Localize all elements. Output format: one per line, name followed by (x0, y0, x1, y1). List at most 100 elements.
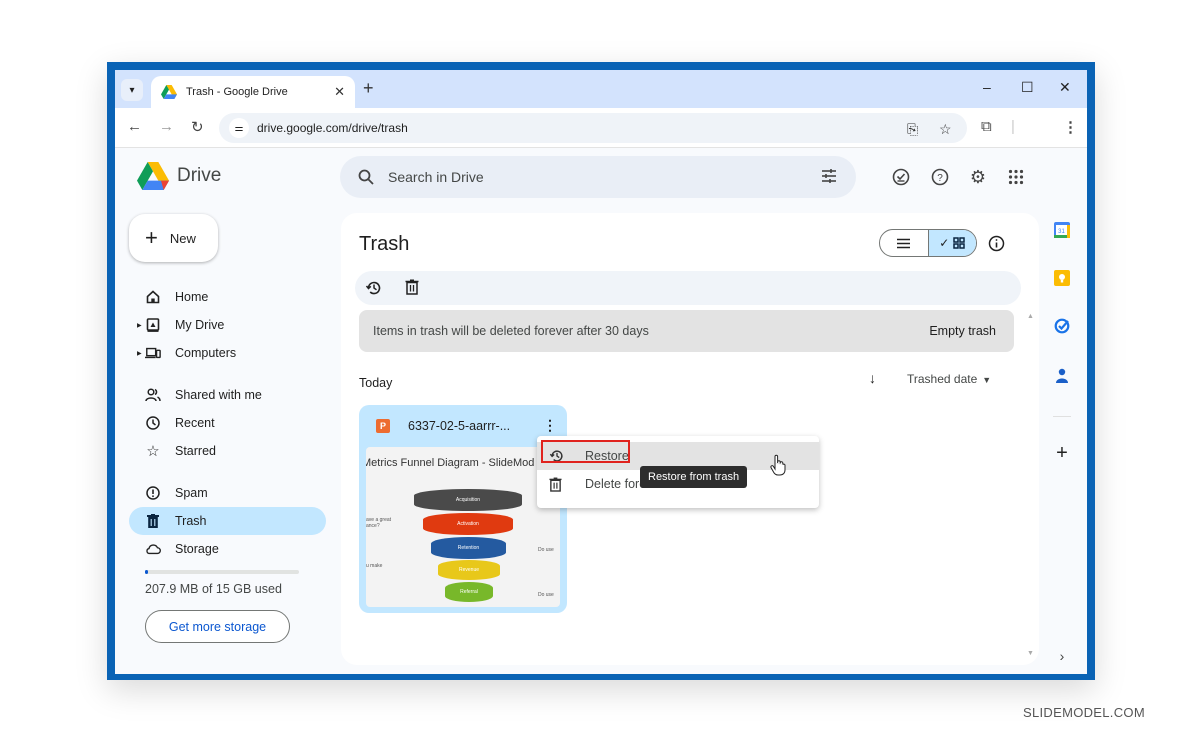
bookmark-star-icon[interactable]: ☆ (939, 121, 952, 138)
computers-icon (145, 345, 161, 361)
expand-caret-icon[interactable]: ▶ (137, 350, 142, 357)
file-card[interactable]: P 6337-02-5-aarrr-... ⋮ Metrics Funnel D… (359, 405, 567, 613)
search-icon (358, 169, 374, 185)
new-tab-button[interactable]: + (363, 78, 374, 99)
sort-direction-icon[interactable]: ↓ (869, 370, 876, 386)
tab-drive-trash[interactable]: Trash - Google Drive ✕ (151, 76, 355, 108)
sidebar-item-spam[interactable]: Spam (129, 479, 326, 507)
restore-highlight-box (541, 440, 630, 463)
list-icon (897, 238, 911, 248)
scroll-up-arrow[interactable]: ▲ (1027, 313, 1034, 320)
get-more-storage-button[interactable]: Get more storage (145, 610, 290, 643)
browser-menu-icon[interactable]: ⋮ (1063, 118, 1078, 136)
thumbnail-side-label: Do use (538, 547, 554, 553)
chevron-down-icon: ▾ (129, 84, 135, 96)
forward-icon[interactable]: → (159, 118, 174, 135)
funnel-stage: Revenue (438, 560, 500, 580)
view-toggle: ✓ (879, 229, 977, 257)
close-tab-icon[interactable]: ✕ (334, 84, 345, 100)
expand-caret-icon[interactable]: ▶ (137, 322, 142, 329)
back-icon[interactable]: ← (127, 118, 142, 135)
my-drive-icon (145, 317, 161, 333)
restore-icon[interactable] (365, 279, 383, 302)
sidebar-label: Recent (175, 416, 215, 430)
sidebar-item-starred[interactable]: ☆ Starred (129, 437, 326, 465)
trash-icon (145, 513, 161, 529)
settings-gear-icon[interactable]: ⚙ (968, 167, 988, 187)
google-keep-icon[interactable] (1053, 269, 1071, 287)
url-text: drive.google.com/drive/trash (257, 121, 408, 135)
scroll-down-arrow[interactable]: ▼ (1027, 650, 1034, 657)
sidebar-label: Spam (175, 486, 208, 500)
clock-icon (145, 415, 161, 431)
empty-trash-button[interactable]: Empty trash (929, 324, 996, 338)
grid-icon (953, 237, 966, 249)
close-window-icon[interactable]: ✕ (1059, 79, 1071, 96)
thumbnail-side-label: ave a great ance? (366, 517, 392, 529)
dropdown-arrow-icon: ▼ (982, 375, 992, 385)
drive-favicon-icon (161, 85, 177, 99)
watermark: SLIDEMODEL.COM (1023, 705, 1145, 720)
storage-progress-bar (145, 570, 299, 574)
cloud-icon (145, 541, 161, 557)
google-apps-icon[interactable] (1006, 167, 1026, 187)
expand-side-panel-chevron-icon[interactable]: › (1053, 647, 1071, 665)
maximize-icon[interactable]: ☐ (1021, 79, 1034, 96)
home-icon (145, 289, 161, 305)
new-button[interactable]: + New (129, 214, 218, 262)
sort-by-dropdown[interactable]: Trashed date ▼ (907, 372, 991, 386)
menu-item-label: Delete fore (585, 477, 647, 491)
page-title: Trash (359, 233, 410, 255)
sidebar-item-storage[interactable]: Storage (129, 535, 326, 563)
new-button-label: New (169, 230, 196, 246)
grid-view-button[interactable]: ✓ (927, 230, 976, 256)
rail-divider (1053, 416, 1071, 417)
sidebar-label: Storage (175, 542, 219, 556)
more-actions-icon[interactable]: ⋮ (543, 417, 557, 434)
funnel-stage: Referral (445, 582, 493, 602)
sidebar-item-computers[interactable]: ▶ Computers (129, 339, 326, 367)
info-icon[interactable] (988, 235, 1005, 257)
toolbar-divider: | (1011, 118, 1015, 135)
thumbnail-side-label: Do use (538, 592, 554, 598)
browser-toolbar: ← → ↻ ⚌ drive.google.com/drive/trash ⎘ ☆… (115, 108, 1087, 148)
sidebar-item-shared-with-me[interactable]: Shared with me (129, 381, 326, 409)
sidebar-item-my-drive[interactable]: ▶ My Drive (129, 311, 326, 339)
sidebar-label: Home (175, 290, 209, 304)
minimize-icon[interactable]: – (983, 79, 991, 95)
address-bar[interactable]: ⚌ drive.google.com/drive/trash ⎘ ☆ (219, 113, 967, 143)
trash-retention-banner: Items in trash will be deleted forever a… (359, 310, 1014, 352)
delete-forever-icon[interactable] (405, 279, 419, 300)
svg-text:?: ? (937, 173, 943, 184)
sidebar-item-trash[interactable]: Trash (129, 507, 326, 535)
reload-icon[interactable]: ↻ (191, 118, 204, 136)
list-view-button[interactable] (880, 230, 928, 256)
google-calendar-icon[interactable]: 31 (1053, 221, 1071, 239)
tab-search-button[interactable]: ▾ (121, 79, 143, 101)
google-contacts-icon[interactable] (1053, 367, 1071, 385)
banner-text: Items in trash will be deleted forever a… (373, 324, 649, 338)
svg-text:31: 31 (1058, 229, 1065, 235)
install-app-icon[interactable]: ⎘ (907, 121, 918, 138)
tab-title: Trash - Google Drive (186, 86, 288, 98)
powerpoint-file-icon: P (376, 419, 390, 433)
extensions-icon[interactable]: ⧉ (981, 118, 992, 135)
sidebar-item-recent[interactable]: Recent (129, 409, 326, 437)
sidebar-item-home[interactable]: Home (129, 283, 326, 311)
site-settings-icon[interactable]: ⚌ (229, 118, 249, 138)
drive-logo[interactable]: Drive (137, 162, 221, 190)
help-icon[interactable]: ? (930, 167, 950, 187)
shared-icon (145, 387, 161, 403)
get-addons-plus-icon[interactable]: + (1053, 442, 1071, 464)
browser-window: ▾ Trash - Google Drive ✕ + – ☐ ✕ ← → ↻ ⚌… (115, 70, 1087, 674)
thumbnail-title: Metrics Funnel Diagram - SlideMod (366, 457, 535, 469)
sort-label: Trashed date (907, 372, 978, 386)
app-name: Drive (177, 165, 222, 186)
sidebar-label: Shared with me (175, 388, 262, 402)
search-input[interactable]: Search in Drive (340, 156, 856, 198)
ready-for-offline-icon[interactable] (891, 167, 911, 187)
search-options-icon[interactable] (820, 167, 838, 185)
checkmark-icon: ✓ (939, 236, 950, 250)
storage-used-text: 207.9 MB of 15 GB used (145, 582, 282, 596)
google-tasks-icon[interactable] (1053, 317, 1071, 335)
